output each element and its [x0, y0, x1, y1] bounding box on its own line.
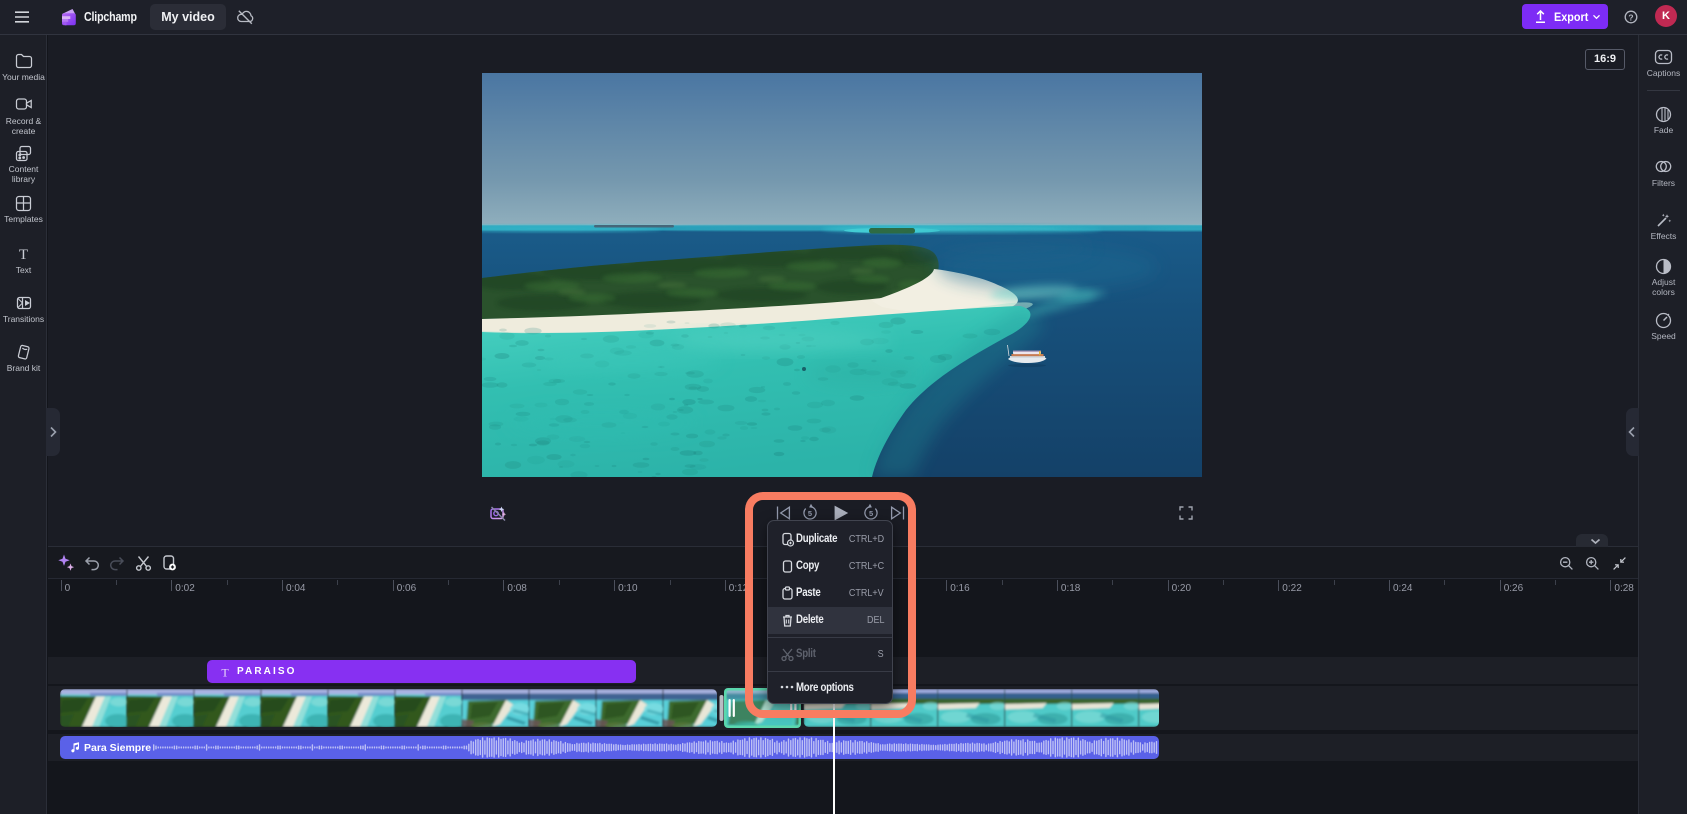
svg-text:T: T: [19, 247, 28, 261]
svg-text:T: T: [221, 666, 229, 678]
svg-text:?: ?: [1628, 12, 1633, 22]
